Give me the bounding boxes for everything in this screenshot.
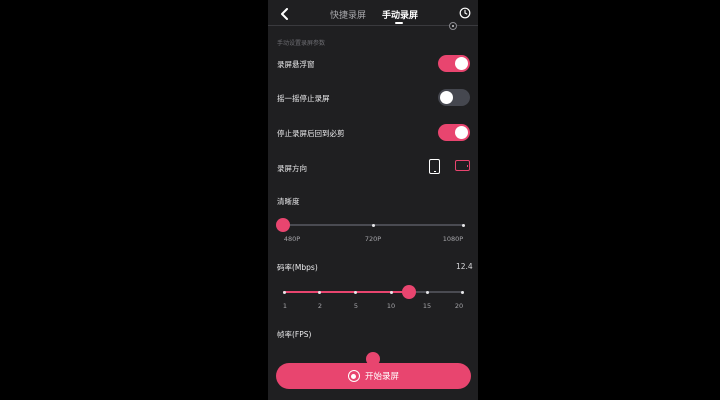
floating-indicator-dot (449, 22, 457, 30)
floating-window-toggle[interactable] (438, 55, 470, 72)
resolution-tick-480p: 480P (283, 235, 301, 243)
active-tab-indicator (395, 22, 403, 24)
return-after-stop-label: 停止录屏后回到必剪 (277, 129, 345, 138)
toggle-knob (440, 91, 453, 104)
bitrate-tick-dot (390, 290, 393, 294)
bitrate-tick-dot (426, 290, 429, 294)
resolution-label: 清晰度 (277, 197, 300, 206)
bitrate-tick-15: 15 (422, 302, 432, 310)
start-recording-button[interactable]: 开始录屏 (276, 363, 471, 389)
tab-quick-record[interactable]: 快捷录屏 (330, 8, 366, 21)
resolution-slider-thumb[interactable] (276, 218, 290, 232)
bitrate-tick-20: 20 (454, 302, 464, 310)
toggle-knob (455, 57, 468, 70)
resolution-tick-1080p: 1080P (442, 235, 464, 243)
resolution-tick-dot (462, 223, 465, 227)
top-bar: 快捷录屏 手动录屏 (268, 0, 478, 30)
bitrate-tick-dot (354, 290, 357, 294)
bitrate-tick-5: 5 (353, 302, 359, 310)
return-after-stop-toggle[interactable] (438, 124, 470, 141)
orientation-label: 录屏方向 (277, 164, 307, 173)
landscape-orientation-icon[interactable] (455, 160, 470, 171)
tab-manual-record[interactable]: 手动录屏 (382, 8, 418, 21)
toggle-knob (455, 126, 468, 139)
phone-screen: 快捷录屏 手动录屏 手动设置录屏参数 录屏悬浮窗 摇一摇停止录屏 停止录屏后回到… (268, 0, 478, 400)
bitrate-tick-dot (461, 290, 464, 294)
resolution-tick-720p: 720P (364, 235, 382, 243)
back-button[interactable] (277, 6, 293, 22)
bitrate-tick-dot (318, 290, 321, 294)
resolution-tick-dot (372, 223, 375, 227)
start-recording-label: 开始录屏 (364, 372, 399, 382)
portrait-orientation-icon[interactable] (429, 159, 440, 174)
bitrate-value: 12.4 (456, 262, 473, 271)
history-button[interactable] (458, 6, 472, 20)
bitrate-tick-dot (283, 290, 286, 294)
shake-to-stop-label: 摇一摇停止录屏 (277, 94, 330, 103)
bitrate-slider-thumb[interactable] (402, 285, 416, 299)
bitrate-tick-1: 1 (282, 302, 288, 310)
shake-to-stop-toggle[interactable] (438, 89, 470, 106)
record-icon (347, 370, 360, 382)
back-arrow-icon (281, 8, 288, 20)
bitrate-tick-10: 10 (386, 302, 396, 310)
header-divider (268, 25, 478, 26)
section-hint: 手动设置录屏参数 (277, 40, 326, 47)
bitrate-label: 码率(Mbps) (277, 263, 318, 272)
floating-window-label: 录屏悬浮窗 (277, 60, 315, 69)
clock-icon (459, 7, 471, 19)
bitrate-tick-2: 2 (317, 302, 323, 310)
fps-label: 帧率(FPS) (277, 330, 312, 339)
